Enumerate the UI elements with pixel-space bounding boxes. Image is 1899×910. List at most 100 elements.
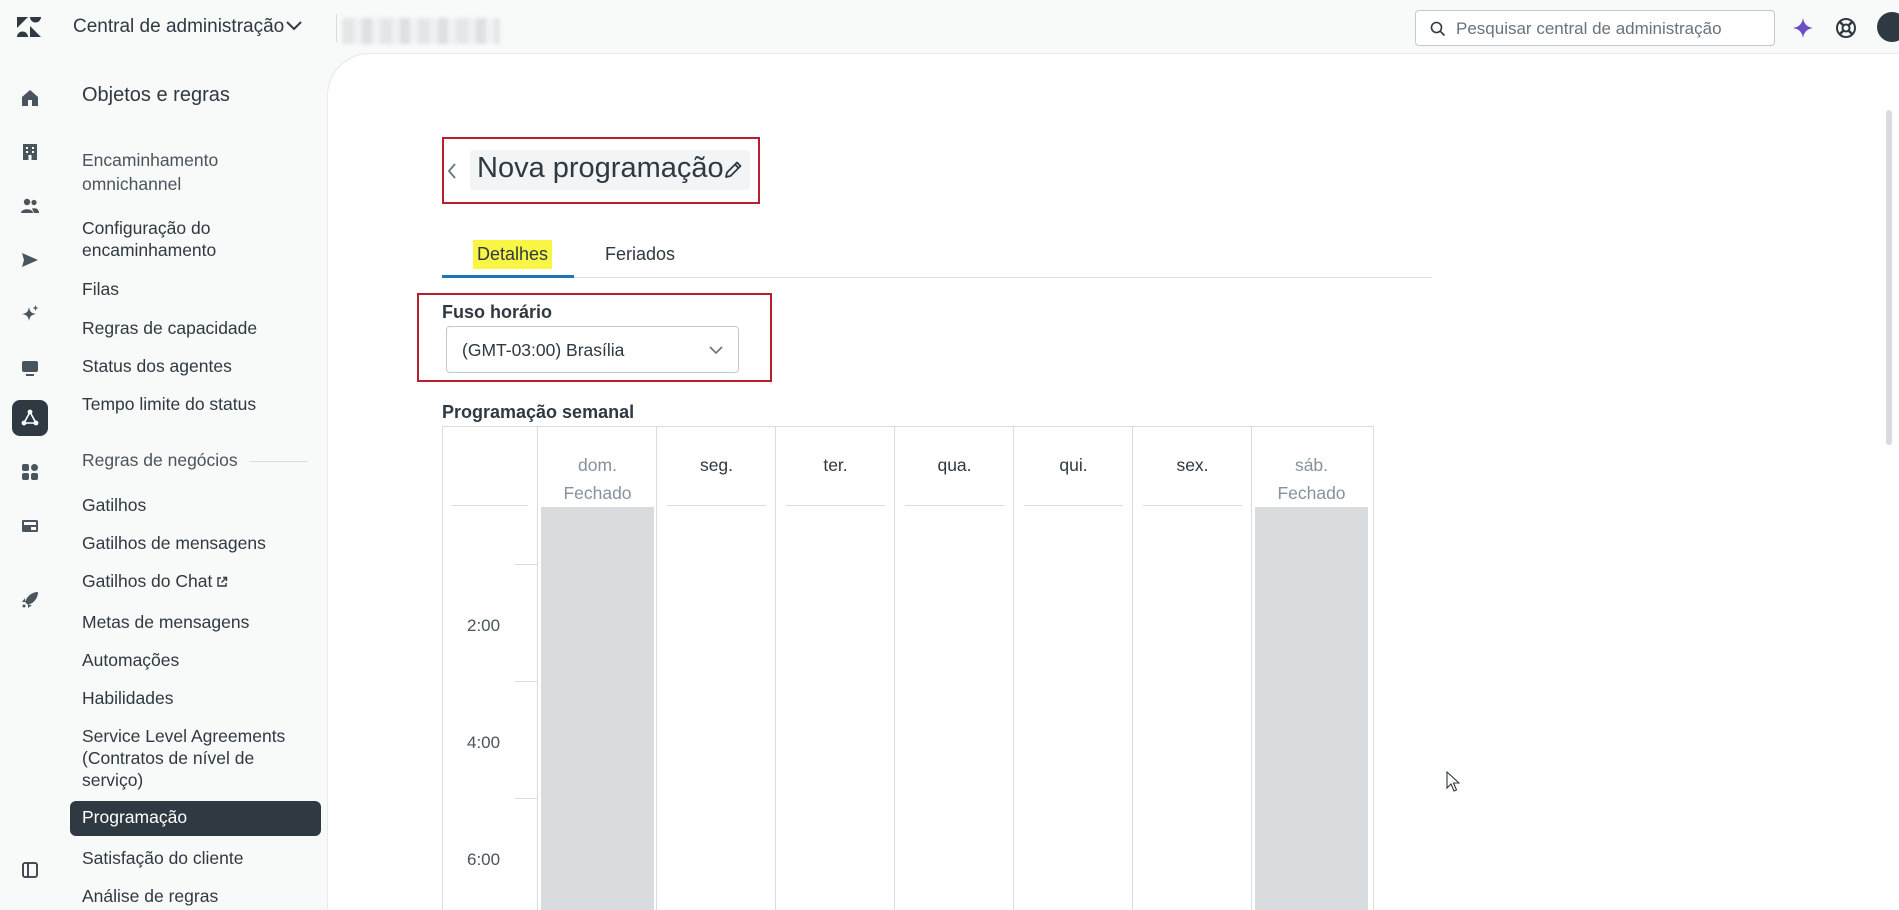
rail-ai[interactable]: [12, 296, 48, 332]
closed-fill: [1255, 507, 1368, 910]
closed-fill: [541, 507, 654, 910]
rail-get-started[interactable]: [12, 582, 48, 618]
sidebar-item-routing-config[interactable]: Configuração do encaminhamento: [82, 217, 312, 261]
sparkle-icon: [22, 305, 39, 321]
hour-tick: [515, 798, 537, 799]
external-link-icon: [217, 576, 228, 587]
sidebar-item-chat-triggers[interactable]: Gatilhos do Chat: [82, 570, 228, 592]
sidebar-group-omnichannel: Encaminhamento omnichannel: [82, 150, 219, 194]
tab-label: Feriados: [605, 244, 676, 264]
chevron-down-icon: [709, 346, 723, 355]
divider: [452, 505, 528, 506]
sidebar-item-messaging-goals[interactable]: Metas de mensagens: [82, 611, 312, 633]
sidebar-item-skills[interactable]: Habilidades: [82, 687, 312, 709]
day-name: sáb.: [1294, 455, 1329, 475]
divider: [336, 14, 337, 42]
tab-details[interactable]: Detalhes: [442, 236, 574, 278]
rail-workspaces[interactable]: [12, 350, 48, 386]
sidebar-item-messaging-triggers[interactable]: Gatilhos de mensagens: [82, 532, 312, 554]
ai-sparkle-icon[interactable]: [1791, 16, 1815, 40]
avatar[interactable]: [1877, 12, 1899, 42]
day-name: ter.: [823, 455, 848, 475]
day-name: seg.: [699, 455, 734, 475]
building-icon: [23, 144, 37, 160]
chevron-left-icon[interactable]: [446, 161, 458, 181]
sidebar-item-sla[interactable]: Service Level Agreements (Contratos de n…: [82, 725, 297, 791]
sidebar-item-customer-satisfaction[interactable]: Satisfação do cliente: [82, 847, 312, 869]
sidebar-item-capacity-rules[interactable]: Regras de capacidade: [82, 317, 312, 339]
timezone-select[interactable]: (GMT-03:00) Brasília: [446, 326, 739, 373]
time-label: 4:00: [467, 733, 501, 752]
sidebar-item-automations[interactable]: Automações: [82, 649, 312, 671]
day-status: Fechado: [1277, 483, 1346, 503]
divider: [1143, 505, 1242, 506]
sidebar-item-queues[interactable]: Filas: [82, 278, 312, 300]
divider: [667, 505, 766, 506]
day-column-saturday[interactable]: sáb. Fechado: [1252, 427, 1371, 910]
send-icon: [22, 253, 38, 267]
account-name-redacted: [342, 18, 500, 44]
workspace-icon: [22, 520, 38, 532]
day-name: qui.: [1059, 455, 1088, 475]
rail-account-settings[interactable]: [12, 508, 48, 544]
home-icon: [22, 90, 38, 106]
search-icon: [1430, 21, 1446, 37]
tab-label: Detalhes: [473, 240, 553, 269]
divider: [786, 505, 885, 506]
app-title[interactable]: Central de administração: [73, 16, 284, 38]
hour-tick: [515, 681, 537, 682]
help-lifebuoy-icon[interactable]: [1835, 17, 1857, 39]
day-column-friday[interactable]: sex.: [1133, 427, 1252, 910]
day-column-wednesday[interactable]: qua.: [895, 427, 1014, 910]
sidebar-group-business-rules: Regras de negócios: [82, 450, 238, 470]
day-status: Fechado: [563, 483, 632, 503]
chevron-down-icon[interactable]: [286, 20, 302, 32]
people-icon: [21, 198, 39, 213]
time-label: 6:00: [467, 850, 501, 869]
day-name: sex.: [1176, 455, 1209, 475]
page-title: Nova programação: [477, 152, 724, 184]
objects-rules-icon: [21, 409, 39, 426]
sidebar: Objetos e regras Encaminhamento omnichan…: [60, 54, 328, 910]
rail-people[interactable]: [12, 188, 48, 224]
rail-account[interactable]: [12, 134, 48, 170]
rail-objects-rules[interactable]: [12, 400, 48, 436]
time-label: 2:00: [467, 616, 501, 635]
product-rail: [0, 54, 60, 910]
rail-collapse[interactable]: [12, 852, 48, 888]
pencil-icon[interactable]: [722, 159, 744, 181]
rocket-icon: [22, 592, 38, 608]
monitor-icon: [22, 361, 38, 376]
sidebar-item-agent-status[interactable]: Status dos agentes: [82, 355, 312, 377]
sidebar-item-status-timeout[interactable]: Tempo limite do status: [82, 393, 312, 415]
zendesk-logo-icon[interactable]: [16, 15, 42, 39]
rail-apps[interactable]: [12, 454, 48, 490]
day-column-sunday[interactable]: dom. Fechado: [538, 427, 657, 910]
top-bar: Central de administração Pesquisar centr…: [0, 0, 1899, 54]
day-name: dom.: [578, 455, 617, 475]
day-column-thursday[interactable]: qui.: [1014, 427, 1133, 910]
weekly-schedule-grid: 2:00 4:00 6:00 dom. Fechado seg. ter. qu…: [442, 426, 1374, 910]
sidebar-item-rules-analysis[interactable]: Análise de regras: [82, 885, 312, 907]
day-column-tuesday[interactable]: ter.: [776, 427, 895, 910]
rail-home[interactable]: [12, 80, 48, 116]
timezone-value: (GMT-03:00) Brasília: [462, 340, 625, 360]
divider: [250, 461, 308, 462]
apps-icon: [22, 464, 38, 480]
day-column-monday[interactable]: seg.: [657, 427, 776, 910]
tabs: Detalhes Feriados: [442, 236, 1432, 278]
search-placeholder: Pesquisar central de administração: [1456, 19, 1722, 38]
sidebar-item-triggers[interactable]: Gatilhos: [82, 494, 312, 516]
sidebar-item-label: Programação: [82, 807, 188, 827]
collapse-panel-icon: [22, 862, 38, 878]
timezone-label: Fuso horário: [442, 302, 553, 322]
divider: [1024, 505, 1123, 506]
rail-channels[interactable]: [12, 242, 48, 278]
hour-tick: [515, 564, 537, 565]
scrollbar[interactable]: [1886, 110, 1892, 445]
search-input[interactable]: Pesquisar central de administração: [1415, 10, 1775, 46]
divider: [905, 505, 1004, 506]
sidebar-title: Objetos e regras: [82, 84, 230, 106]
sidebar-item-label: Gatilhos do Chat: [82, 571, 213, 591]
day-name: qua.: [937, 455, 972, 475]
